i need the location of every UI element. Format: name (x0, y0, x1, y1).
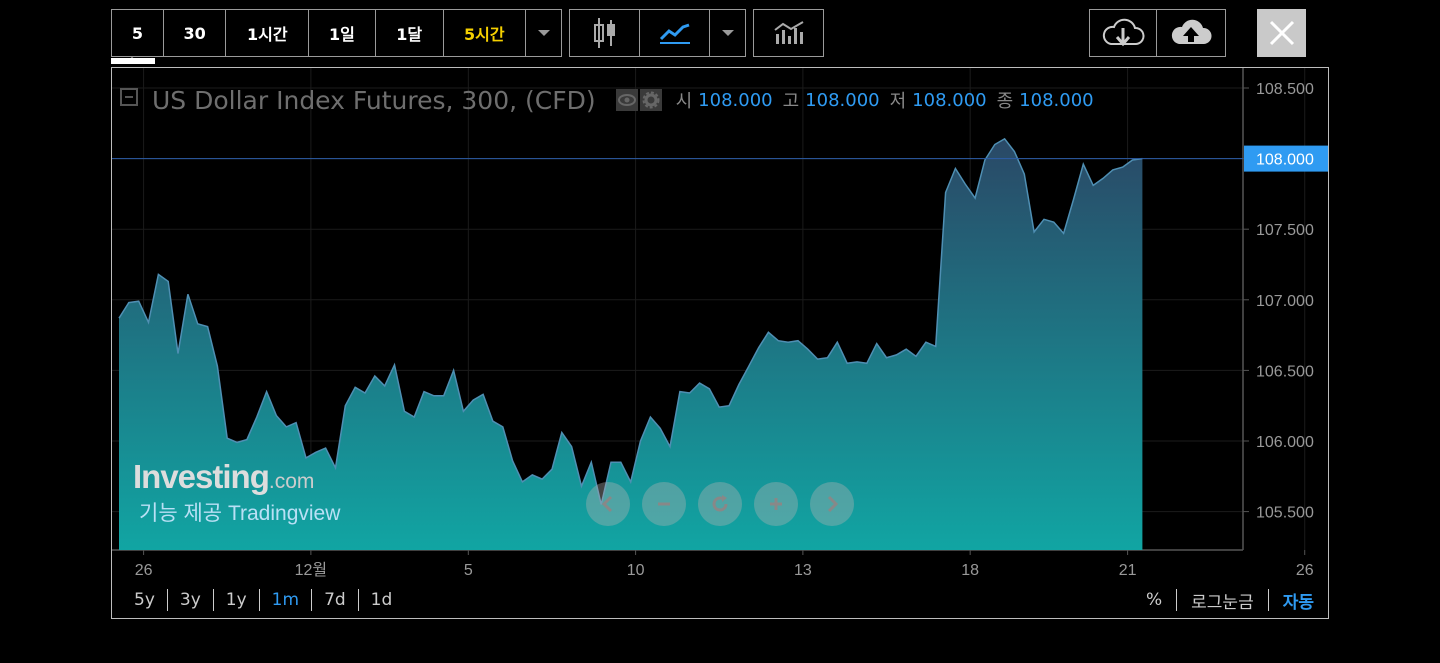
reset-button[interactable] (698, 482, 742, 526)
range-1d[interactable]: 1d (359, 590, 405, 610)
x-axis: 26 12월 5 10 13 18 21 26 (135, 550, 1314, 579)
range-3y[interactable]: 3y (168, 590, 213, 610)
high-label: 고 (782, 91, 800, 112)
zoom-out-button[interactable] (642, 482, 686, 526)
last-price-label: 108.000 (1244, 145, 1328, 172)
y-tick-label: 107.500 (1256, 222, 1314, 239)
zoom-in-button[interactable] (754, 482, 798, 526)
plus-icon (770, 498, 782, 510)
x-tick-label: 12월 (295, 561, 328, 579)
logo-brand: Investing.com (133, 458, 340, 496)
high-value: 108.000 (805, 89, 880, 111)
range-5y[interactable]: 5y (120, 590, 167, 610)
chevron-left-icon (601, 495, 613, 513)
range-7d[interactable]: 7d (312, 590, 358, 610)
powered-by-text: 기능 제공 Tradingview (139, 502, 341, 525)
logo-domain: .com (268, 470, 315, 493)
x-tick-label: 26 (135, 562, 153, 579)
open-value: 108.000 (698, 89, 773, 111)
close-label: 종 (996, 91, 1014, 112)
last-price-label-text: 108.000 (1256, 152, 1314, 169)
scale-selector: % 로그눈금 자동 (1132, 586, 1328, 614)
x-tick-label: 10 (627, 562, 645, 579)
y-tick-label: 106.500 (1256, 363, 1314, 380)
range-1m[interactable]: 1m (260, 590, 311, 610)
scroll-right-button[interactable] (810, 482, 854, 526)
open-label: 시 (675, 91, 693, 112)
x-tick-label: 21 (1119, 562, 1137, 579)
y-tick-label: 107.000 (1256, 293, 1314, 310)
minus-icon (658, 502, 670, 506)
x-tick-label: 5 (464, 562, 473, 579)
visibility-eye-icon[interactable] (615, 89, 638, 111)
low-label: 저 (889, 91, 907, 112)
range-selector: 5y 3y 1y 1m 7d 1d (120, 586, 404, 614)
symbol-title: US Dollar Index Futures, 300, (CFD) (152, 85, 596, 115)
settings-gear-icon[interactable] (639, 89, 662, 111)
y-tick-label: 106.000 (1256, 434, 1314, 451)
logo-brand-text: Investing (133, 458, 270, 495)
scroll-left-button[interactable] (586, 482, 630, 526)
chart-legend: US Dollar Index Futures, 300, (CFD) 시 10… (120, 84, 1094, 116)
refresh-icon (712, 495, 728, 512)
close-value: 108.000 (1019, 89, 1094, 111)
collapse-icon[interactable] (120, 88, 138, 106)
log-scale-button[interactable]: 로그눈금 (1177, 588, 1268, 613)
low-value: 108.000 (912, 89, 987, 111)
auto-scale-button[interactable]: 자동 (1269, 588, 1328, 613)
y-tick-label: 108.500 (1256, 81, 1314, 98)
y-tick-label: 105.500 (1256, 505, 1314, 522)
x-tick-label: 26 (1296, 562, 1314, 579)
x-tick-label: 13 (794, 562, 812, 579)
range-1y[interactable]: 1y (214, 590, 259, 610)
investing-logo: Investing.com 기능 제공 Tradingview (133, 458, 340, 527)
x-tick-label: 18 (961, 562, 979, 579)
chevron-right-icon (827, 495, 839, 513)
percent-scale-button[interactable]: % (1132, 590, 1176, 610)
scroll-handle[interactable] (111, 58, 155, 64)
